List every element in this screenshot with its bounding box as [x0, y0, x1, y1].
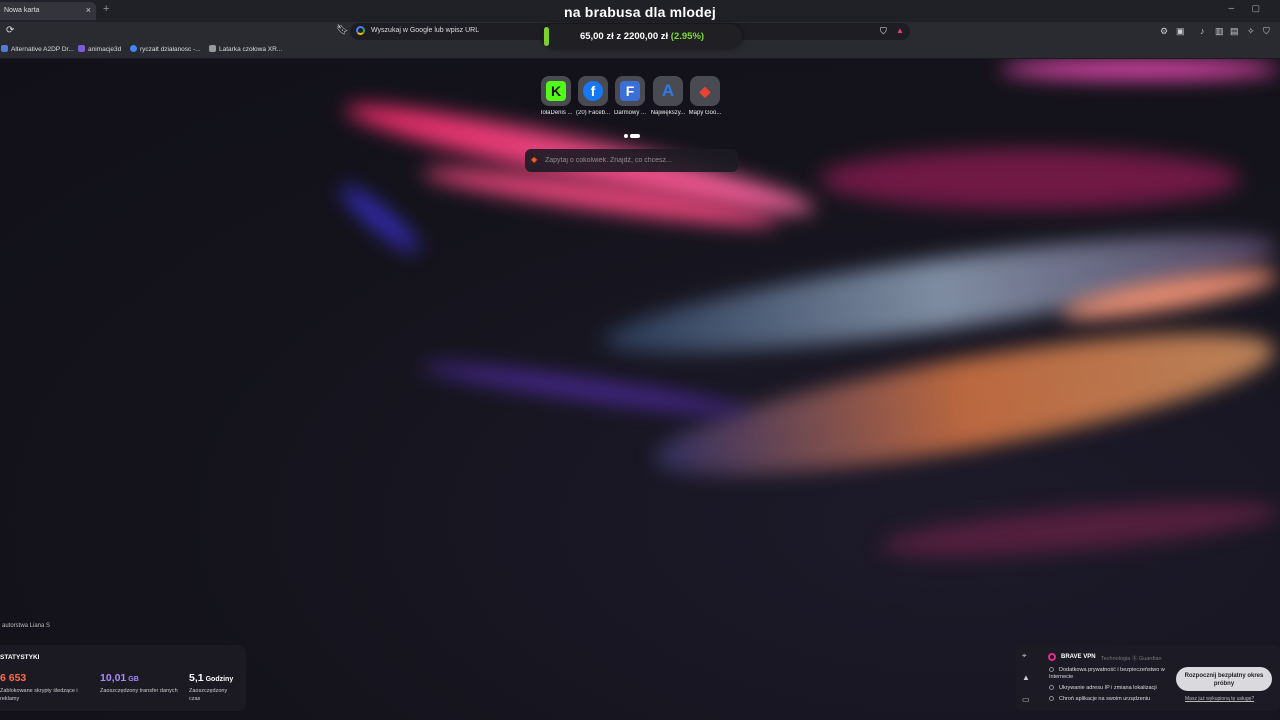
location-icon[interactable]: ⌖: [1022, 651, 1027, 661]
bookmark-item[interactable]: Latarka czołowa XR...: [209, 45, 282, 53]
leo-icon[interactable]: ✧: [1247, 26, 1255, 37]
bookmark-item[interactable]: Alternative A2DP Dr...: [1, 45, 74, 53]
site-f-icon: F: [620, 81, 640, 101]
url-placeholder: Wyszukaj w Google lub wpisz URL: [371, 27, 480, 34]
brave-rewards-icon[interactable]: ▲: [896, 26, 904, 35]
vpn-feature: Dodatkowa prywatność i bezpieczeństwo w …: [1049, 667, 1165, 680]
stats-title: STATYSTYKI: [0, 654, 40, 661]
vpn-title: BRAVE VPN: [1061, 654, 1096, 660]
bookmark-favicon-icon: [1, 45, 8, 52]
chat-icon[interactable]: ▭: [1022, 695, 1030, 704]
brave-lion-icon: ◆: [531, 155, 538, 164]
extensions-icon[interactable]: ⚙: [1160, 26, 1168, 37]
stat-trackers: 6 653 Zablokowane skrypty śledzące i rek…: [0, 672, 78, 702]
google-icon: [356, 26, 365, 35]
vpn-widget: BRAVE VPN Technologia ⓖ Guardian Dodatko…: [1038, 645, 1280, 711]
photo-credit[interactable]: autorstwa Liana S: [2, 623, 50, 629]
bookmark-item[interactable]: animacje3d: [78, 45, 121, 53]
stat-time: 5,1 Godziny Zaoszczędzony czas: [189, 672, 234, 702]
bookmark-favicon-icon: [78, 45, 85, 52]
top-sites-pagination: [624, 127, 642, 145]
top-site-label: Mapy Goo...: [688, 110, 722, 116]
wallet-card-icon[interactable]: ▤: [1230, 26, 1239, 37]
google-maps-icon: ◆: [699, 83, 711, 99]
brave-shields-icon[interactable]: ⛉: [880, 26, 887, 37]
vpn-logo-icon: [1048, 653, 1056, 661]
reload-icon[interactable]: ⟳: [6, 25, 14, 36]
stats-widget: STATYSTYKI 6 653 Zablokowane skrypty śle…: [0, 645, 246, 711]
bookmark-item[interactable]: ryczałt działanosc -...: [130, 45, 201, 53]
search-input[interactable]: [545, 152, 730, 169]
sidebar-icon[interactable]: ▥: [1215, 26, 1224, 37]
top-site-tile[interactable]: ◆ Mapy Goo...: [683, 76, 727, 116]
allegro-icon: A: [661, 81, 675, 100]
bookmark-icon[interactable]: 🔖︎: [336, 25, 349, 36]
price-tracker: 65,00 zł z 2200,00 zł (2.95%): [542, 24, 742, 49]
wallet-icon[interactable]: ▣: [1176, 26, 1185, 37]
stat-bandwidth: 10,01 GB Zaoszczędzony transfer danych: [100, 672, 178, 694]
rewards-triangle-icon[interactable]: ▲: [1022, 673, 1030, 682]
vpn-tech: Technologia ⓖ Guardian: [1101, 656, 1162, 662]
search-box: ◆: [525, 149, 738, 172]
overlay-title: na brabusa dla mlodej: [563, 4, 716, 20]
bookmark-favicon-icon: [130, 45, 137, 52]
already-purchased-link[interactable]: Masz już wykupioną tę usługę?: [1185, 696, 1254, 702]
kick-icon: K: [546, 81, 566, 101]
start-trial-button[interactable]: Rozpocznij bezpłatny okres próbny: [1176, 667, 1272, 691]
vpn-feature: Ukrywanie adresu IP i zmiana lokalizacji: [1049, 685, 1175, 692]
page-dot[interactable]: [624, 133, 628, 138]
page-dot-active[interactable]: [630, 133, 640, 138]
music-icon[interactable]: ♪: [1200, 26, 1205, 36]
widget-switcher: ⌖ ▲ ▭: [1016, 645, 1038, 711]
bookmark-favicon-icon: [209, 45, 216, 52]
price-text: 65,00 zł z 2200,00 zł (2.95%): [579, 31, 705, 42]
vpn-feature: Chroń aplikacje na swoim urządzeniu: [1049, 696, 1175, 703]
menu-icon[interactable]: ⛉: [1263, 26, 1270, 37]
facebook-icon: f: [583, 81, 603, 101]
